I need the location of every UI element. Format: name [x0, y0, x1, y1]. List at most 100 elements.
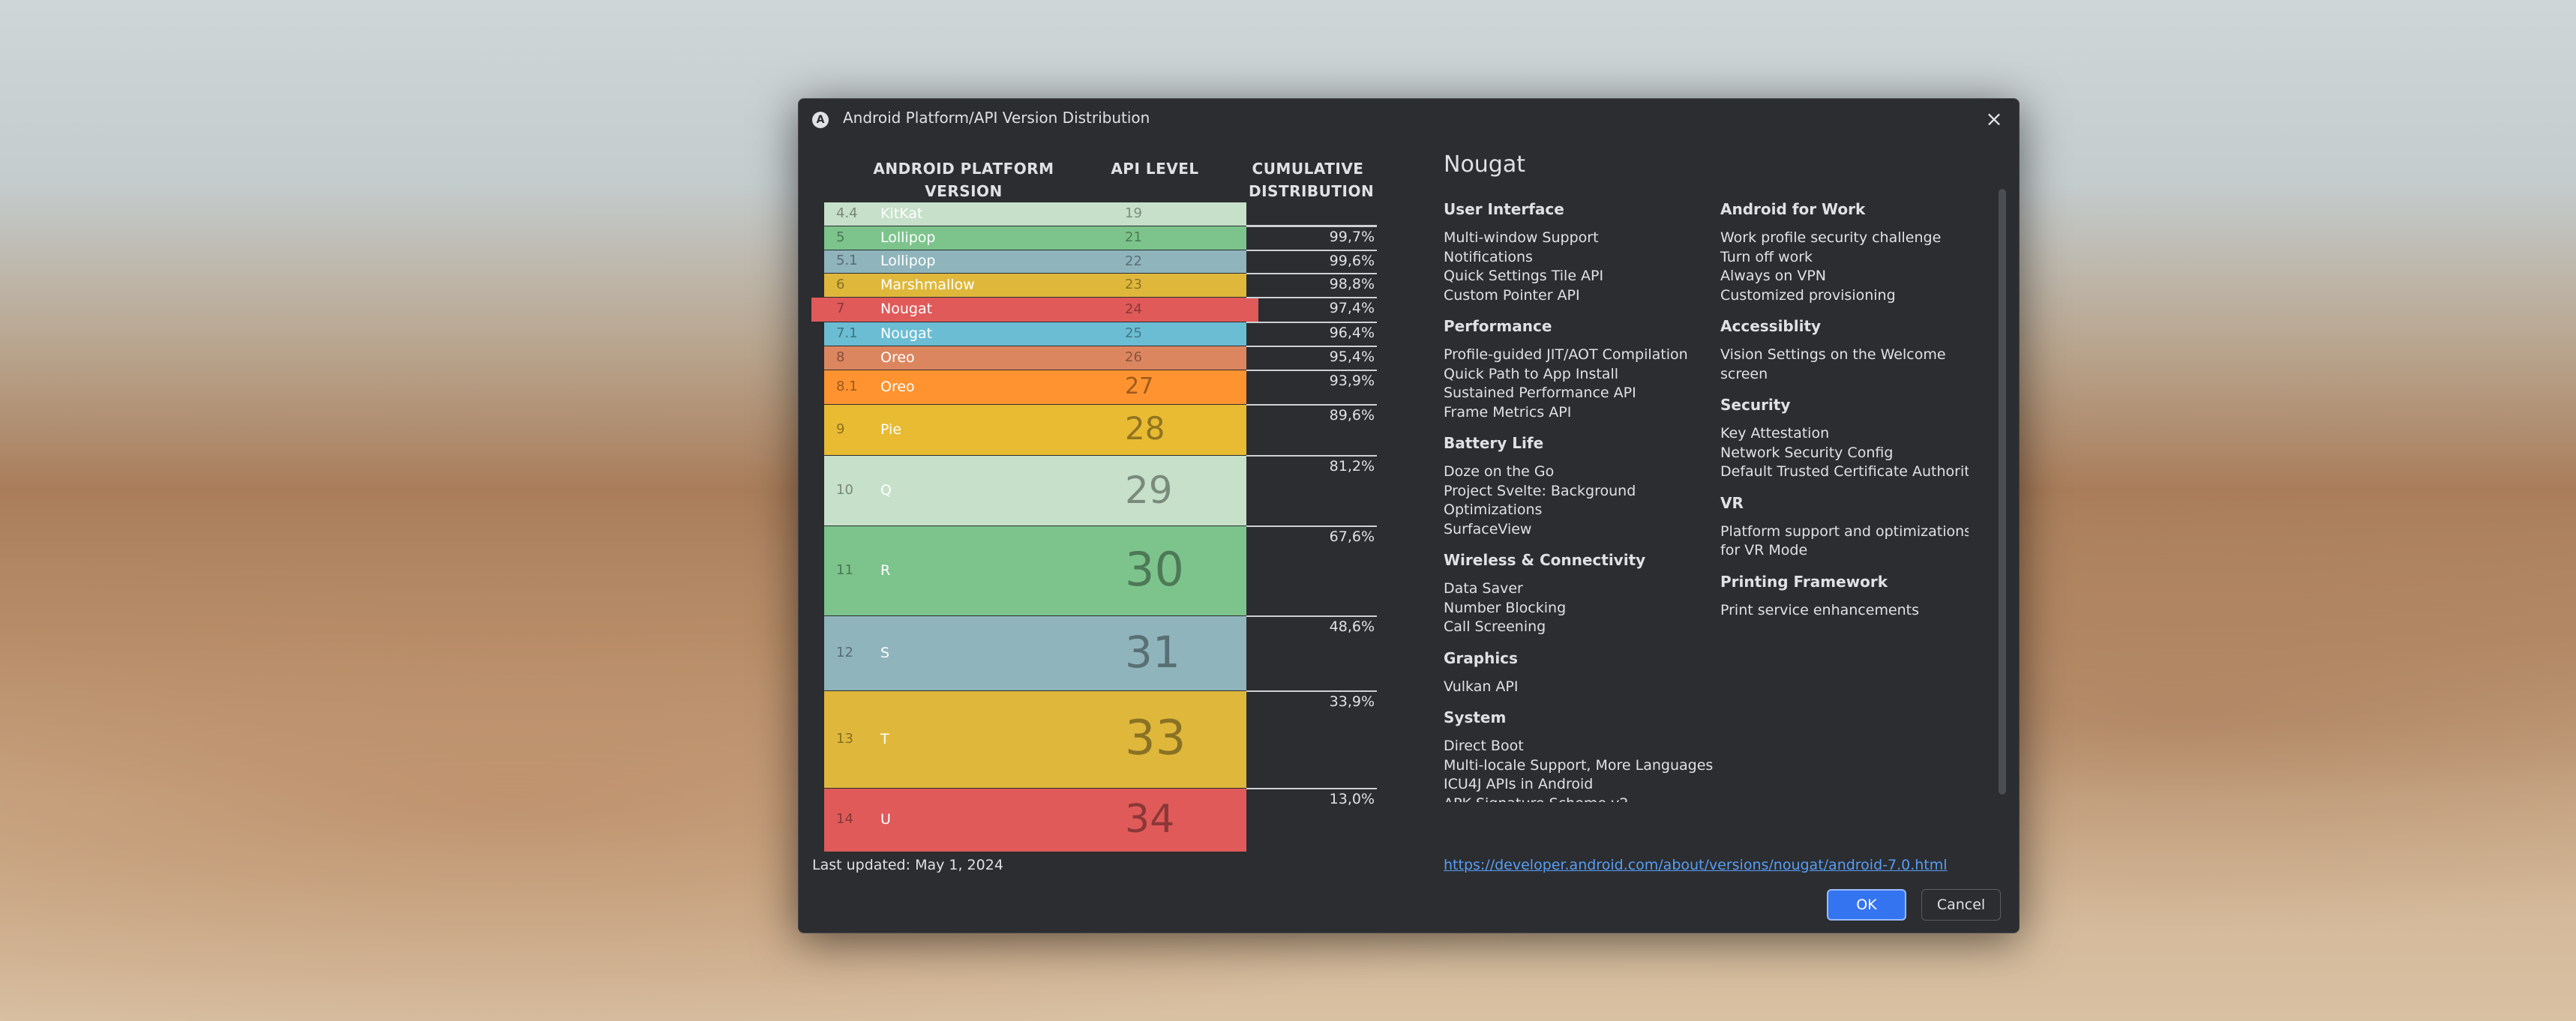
row-cumulative-value: 93,9% — [1329, 373, 1375, 389]
row-version-label: 7 — [836, 301, 845, 316]
detail-scrollbar[interactable] — [1999, 189, 2006, 795]
row-platform-name: S — [880, 644, 890, 661]
feature-item: Sustained Performance API — [1444, 385, 1636, 401]
feature-section-heading: VR — [1720, 493, 1744, 512]
last-updated-text: Last updated: May 1, 2024 — [812, 857, 1003, 873]
row-api-level: 19 — [1125, 205, 1142, 222]
feature-section: Wireless & Connectivity Data Saver Number … — [1444, 551, 1714, 637]
row-cumulative-value: 99,6% — [1329, 253, 1375, 269]
row-platform-name: T — [880, 730, 889, 747]
feature-item: Data Saver — [1444, 580, 1523, 597]
header-platform-version: ANDROID PLATFORM VERSION — [873, 160, 1054, 200]
detail-title: Nougat — [1444, 151, 1525, 178]
feature-item: Project Svelte: Background Optimizations — [1444, 482, 1636, 519]
row-version-label: 7.1 — [836, 325, 858, 341]
row-version-label: 5.1 — [836, 253, 858, 268]
row-platform-name: Oreo — [880, 349, 915, 366]
row-platform-name: U — [880, 811, 891, 828]
row-platform-name: Nougat — [880, 301, 933, 317]
row-cumulative-value: 13,0% — [1329, 791, 1375, 807]
row-api-level: 33 — [1125, 710, 1186, 766]
row-version-label: 8.1 — [836, 378, 858, 394]
row-api-level: 34 — [1125, 796, 1175, 842]
row-platform-name: R — [880, 561, 891, 579]
row-cumulative-value: 96,4% — [1329, 325, 1375, 341]
cumulative-divider — [1246, 346, 1377, 347]
cumulative-divider — [1246, 525, 1377, 527]
row-version-label: 4.4 — [836, 205, 858, 221]
feature-item: SurfaceView — [1444, 520, 1532, 537]
android-studio-icon: A — [812, 112, 829, 128]
header-cumulative-distribution: CUMULATIVE DISTRIBUTION — [1249, 160, 1375, 200]
cumulative-divider — [1246, 225, 1377, 226]
detail-right-column: Android for Work Work profile security ch… — [1720, 200, 1969, 632]
row-api-level: 24 — [1125, 301, 1142, 317]
header-api-level: API LEVEL — [1111, 160, 1199, 178]
feature-item: ICU4J APIs in Android — [1444, 776, 1594, 792]
ok-button[interactable]: OK — [1827, 889, 1906, 921]
row-cumulative-value: 95,4% — [1329, 349, 1375, 365]
row-api-level: 21 — [1125, 229, 1142, 246]
row-api-level: 23 — [1125, 277, 1142, 293]
feature-item: Customized provisioning — [1720, 286, 1896, 304]
row-version-label: 9 — [836, 421, 845, 437]
feature-item: Doze on the Go — [1444, 463, 1555, 480]
row-api-level: 27 — [1125, 373, 1154, 400]
dialog-title: Android Platform/API Version Distributio… — [843, 109, 1150, 127]
feature-section: Printing Framework Print service enhancem… — [1720, 573, 1969, 621]
cumulative-divider — [1246, 370, 1377, 371]
feature-item: Turn off work — [1720, 248, 1813, 265]
feature-item: Print service enhancements — [1720, 601, 1920, 618]
feature-section: Android for Work Work profile security ch… — [1720, 200, 1969, 305]
row-version-label: 8 — [836, 349, 845, 365]
feature-section: Accessiblity Vision Settings on the Welco… — [1720, 317, 1969, 384]
title-bar: A Android Platform/API Version Distribut… — [799, 99, 2019, 141]
row-platform-name: Nougat — [880, 325, 933, 342]
row-api-level: 31 — [1125, 626, 1180, 678]
row-version-label: 6 — [836, 276, 845, 292]
detail-scroll-area[interactable]: User Interface Multi-window Support Notifi… — [1444, 187, 1969, 802]
feature-item: Direct Boot — [1444, 738, 1524, 754]
row-api-level: 22 — [1125, 253, 1142, 269]
feature-item: Number Blocking — [1444, 599, 1567, 616]
feature-section-heading: Printing Framework — [1720, 572, 1888, 591]
cumulative-divider — [1246, 615, 1377, 617]
feature-item: Profile-guided JIT/AOT Compilation — [1444, 346, 1688, 363]
cumulative-divider — [1246, 273, 1377, 274]
row-platform-name: Lollipop — [880, 229, 936, 246]
feature-section: VR Platform support and optimizations for… — [1720, 494, 1969, 561]
cancel-button[interactable]: Cancel — [1921, 889, 2001, 921]
row-cumulative-value: 97,4% — [1329, 300, 1375, 316]
row-cumulative-value: 99,7% — [1329, 229, 1375, 245]
feature-item: Multi-window Support — [1444, 229, 1599, 246]
row-cumulative-value: 98,8% — [1329, 276, 1375, 292]
feature-item: Multi-locale Support, More Languages — [1444, 756, 1714, 774]
documentation-link[interactable]: https://developer.android.com/about/vers… — [1444, 857, 1948, 873]
cumulative-divider — [1246, 690, 1377, 692]
feature-section: Graphics Vulkan API — [1444, 649, 1714, 697]
feature-section-heading: System — [1444, 708, 1507, 726]
close-icon[interactable]: × — [1981, 106, 2007, 132]
row-cumulative-value: 67,6% — [1329, 528, 1375, 545]
feature-section-heading: Battery Life — [1444, 434, 1544, 452]
feature-section: User Interface Multi-window Support Notifi… — [1444, 200, 1714, 305]
feature-section-heading: Security — [1720, 396, 1791, 414]
cumulative-divider — [1246, 788, 1377, 789]
cumulative-divider — [1246, 297, 1377, 298]
cumulative-divider — [1246, 455, 1377, 457]
row-version-label: 11 — [836, 561, 853, 578]
feature-item: Quick Settings Tile API — [1444, 268, 1604, 284]
row-platform-name: Lollipop — [880, 253, 936, 269]
row-version-label: 13 — [836, 730, 853, 747]
feature-item: Call Screening — [1444, 618, 1546, 635]
feature-section-heading: Performance — [1444, 317, 1552, 335]
version-row-7[interactable] — [811, 298, 1258, 322]
row-cumulative-value: 33,9% — [1329, 693, 1375, 710]
feature-section-heading: User Interface — [1444, 200, 1564, 218]
feature-item: Vision Settings on the Welcome screen — [1720, 346, 1946, 382]
cumulative-divider — [1246, 322, 1377, 323]
feature-section: System Direct Boot Multi-locale Support, M… — [1444, 708, 1714, 802]
row-platform-name: Q — [880, 481, 892, 499]
feature-item: Key Attestation — [1720, 425, 1830, 442]
feature-item: Platform support and optimizations for V… — [1720, 522, 1969, 559]
